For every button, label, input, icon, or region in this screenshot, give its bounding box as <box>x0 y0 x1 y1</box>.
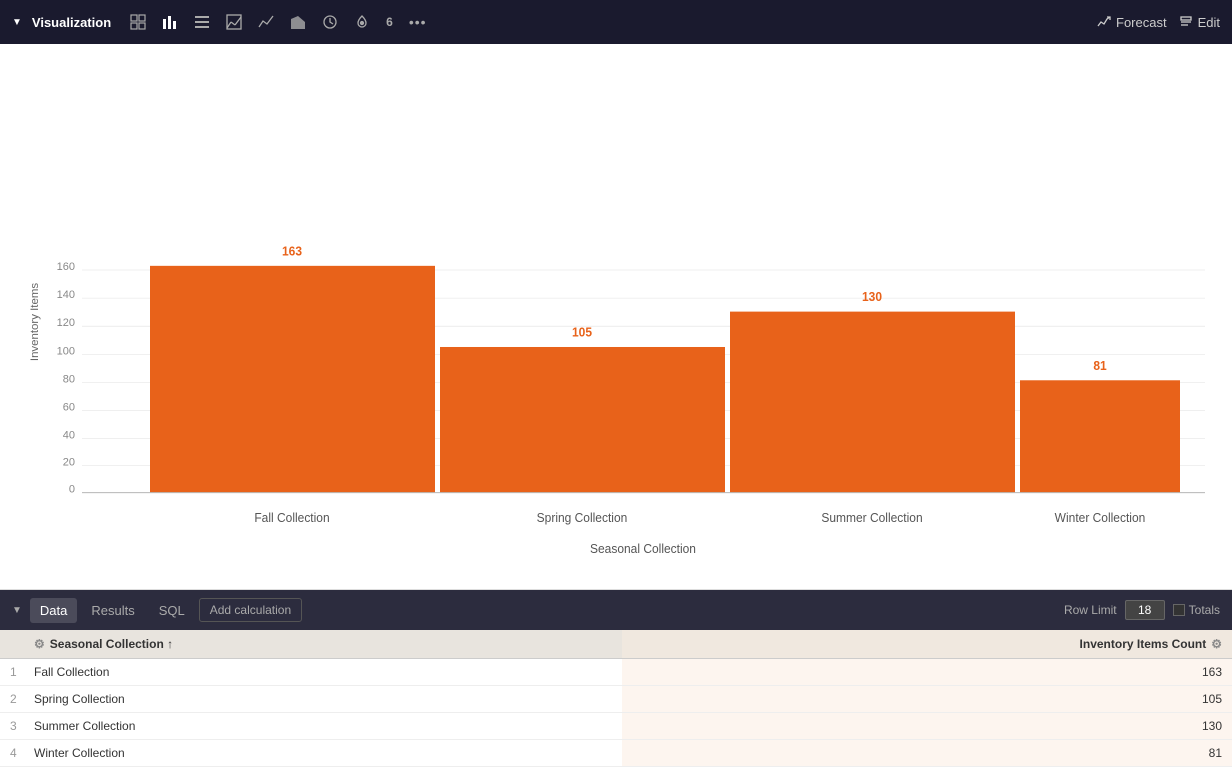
svg-text:Fall Collection: Fall Collection <box>254 511 329 525</box>
row-num-header <box>0 630 24 659</box>
toolbar-left: ▼ Visualization 6 ••• <box>12 10 1089 34</box>
bar-winter <box>1020 380 1180 492</box>
bar-spring <box>440 347 725 493</box>
row-limit-label: Row Limit <box>1064 603 1117 617</box>
inventory-gear-icon[interactable]: ⚙ <box>1211 637 1222 651</box>
row-num-3: 3 <box>0 713 24 740</box>
row-num-4: 4 <box>0 740 24 767</box>
svg-text:40: 40 <box>63 429 75 441</box>
bar-fall <box>150 266 435 493</box>
svg-text:130: 130 <box>862 290 882 304</box>
cell-winter-count: 81 <box>622 740 1232 767</box>
svg-text:163: 163 <box>282 244 302 258</box>
cell-fall-collection: Fall Collection <box>24 659 622 686</box>
table-row: 3 Summer Collection 130 <box>0 713 1232 740</box>
table-row: 1 Fall Collection 163 <box>0 659 1232 686</box>
svg-text:Spring Collection: Spring Collection <box>537 511 628 525</box>
map-icon-btn[interactable] <box>349 10 375 34</box>
svg-text:120: 120 <box>57 317 75 329</box>
totals-checkbox-group: Totals <box>1173 603 1220 617</box>
col-seasonal-label: Seasonal Collection ↑ <box>50 637 173 651</box>
svg-text:81: 81 <box>1093 359 1107 373</box>
area-icon-btn[interactable] <box>285 10 311 34</box>
edit-button[interactable]: Edit <box>1179 15 1220 30</box>
bar-chart-icon-btn[interactable] <box>157 10 183 34</box>
col-inventory-label: Inventory Items Count <box>1080 637 1207 651</box>
svg-text:160: 160 <box>57 261 75 273</box>
bottom-toolbar: ▼ Data Results SQL Add calculation Row L… <box>0 590 1232 630</box>
svg-text:60: 60 <box>63 401 75 413</box>
svg-text:20: 20 <box>63 456 75 468</box>
cell-fall-count: 163 <box>622 659 1232 686</box>
data-table: ⚙ Seasonal Collection ↑ Inventory Items … <box>0 630 1232 767</box>
cell-summer-collection: Summer Collection <box>24 713 622 740</box>
clock-icon-btn[interactable] <box>317 10 343 34</box>
list-icon-btn[interactable] <box>189 10 215 34</box>
row-num-2: 2 <box>0 686 24 713</box>
row-limit-input[interactable] <box>1125 600 1165 620</box>
svg-text:Summer Collection: Summer Collection <box>821 511 922 525</box>
chart-area: Inventory Items 0 20 40 60 80 100 120 14… <box>0 44 1232 589</box>
svg-text:140: 140 <box>57 289 75 301</box>
line-icon-btn[interactable] <box>253 10 279 34</box>
bottom-toolbar-right: Row Limit Totals <box>1064 600 1220 620</box>
row-num-1: 1 <box>0 659 24 686</box>
cell-spring-collection: Spring Collection <box>24 686 622 713</box>
more-dots: ••• <box>409 14 427 30</box>
svg-text:Winter Collection: Winter Collection <box>1055 511 1146 525</box>
table-row: 4 Winter Collection 81 <box>0 740 1232 767</box>
bottom-toolbar-left: ▼ Data Results SQL Add calculation <box>12 598 1060 623</box>
tab-results[interactable]: Results <box>81 598 144 623</box>
table-header-row: ⚙ Seasonal Collection ↑ Inventory Items … <box>0 630 1232 659</box>
svg-text:105: 105 <box>572 325 592 339</box>
visualization-toolbar: ▼ Visualization 6 ••• <box>0 0 1232 44</box>
edit-label: Edit <box>1198 15 1220 30</box>
forecast-icon <box>1097 15 1111 29</box>
forecast-label: Forecast <box>1116 15 1167 30</box>
add-calculation-button[interactable]: Add calculation <box>199 598 302 622</box>
data-dropdown-arrow: ▼ <box>12 605 22 616</box>
totals-checkbox[interactable] <box>1173 604 1185 616</box>
scatter-icon-btn[interactable] <box>221 10 247 34</box>
bottom-panel: ▼ Data Results SQL Add calculation Row L… <box>0 589 1232 767</box>
table-body: 1 Fall Collection 163 2 Spring Collectio… <box>0 659 1232 767</box>
svg-text:0: 0 <box>69 483 75 495</box>
toolbar-right: Forecast Edit <box>1097 15 1220 30</box>
cell-summer-count: 130 <box>622 713 1232 740</box>
tab-data[interactable]: Data <box>30 598 77 623</box>
cell-winter-collection: Winter Collection <box>24 740 622 767</box>
toolbar-title: Visualization <box>32 15 111 30</box>
table-row: 2 Spring Collection 105 <box>0 686 1232 713</box>
number-badge: 6 <box>386 15 393 29</box>
edit-icon <box>1179 15 1193 29</box>
more-options-btn[interactable]: ••• <box>404 10 432 34</box>
bar-chart: Inventory Items 0 20 40 60 80 100 120 14… <box>20 64 1212 579</box>
col-header-inventory: Inventory Items Count ⚙ <box>622 630 1232 659</box>
number-icon-btn[interactable]: 6 <box>381 11 398 33</box>
col-header-seasonal: ⚙ Seasonal Collection ↑ <box>24 630 622 659</box>
table-icon-btn[interactable] <box>125 10 151 34</box>
cell-spring-count: 105 <box>622 686 1232 713</box>
bar-summer <box>730 312 1015 493</box>
tab-sql[interactable]: SQL <box>149 598 195 623</box>
seasonal-gear-icon[interactable]: ⚙ <box>34 637 45 651</box>
totals-label: Totals <box>1189 603 1220 617</box>
svg-text:100: 100 <box>57 345 75 357</box>
dropdown-arrow: ▼ <box>12 17 22 28</box>
x-axis-label: Seasonal Collection <box>590 542 696 556</box>
y-axis-label: Inventory Items <box>29 283 41 362</box>
svg-text:80: 80 <box>63 373 75 385</box>
forecast-button[interactable]: Forecast <box>1097 15 1167 30</box>
